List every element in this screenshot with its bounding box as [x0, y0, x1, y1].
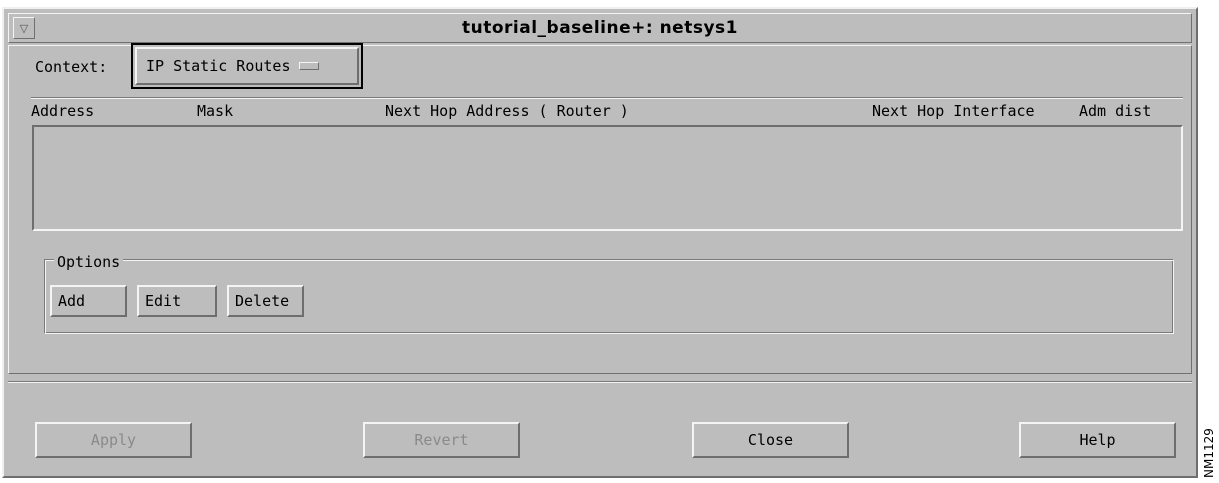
help-button[interactable]: Help — [1019, 422, 1176, 458]
routes-list[interactable] — [32, 125, 1183, 231]
footer-divider — [8, 381, 1192, 383]
add-button[interactable]: Add — [50, 285, 127, 317]
apply-button[interactable]: Apply — [35, 422, 192, 458]
column-header-address: Address — [31, 102, 95, 120]
option-menu-indicator-icon — [298, 62, 319, 70]
figure-code: NM1129 — [1202, 428, 1216, 478]
column-header-mask: Mask — [197, 102, 234, 120]
column-header-next-hop-interface: Next Hop Interface — [872, 102, 1035, 120]
title-bar[interactable]: ▽ tutorial_baseline+: netsys1 — [8, 13, 1192, 43]
column-header-next-hop-address: Next Hop Address ( Router ) — [385, 102, 629, 120]
window-title: tutorial_baseline+: netsys1 — [462, 18, 738, 38]
dialog-window: ▽ tutorial_baseline+: netsys1 Context: I… — [2, 7, 1198, 478]
column-header-adm-dist: Adm dist — [1079, 102, 1152, 120]
header-divider — [31, 97, 1183, 99]
context-selected-value: IP Static Routes — [146, 57, 291, 75]
delete-button[interactable]: Delete — [227, 285, 304, 317]
context-option-menu[interactable]: IP Static Routes — [131, 43, 363, 89]
options-group-label: Options — [54, 253, 124, 271]
revert-button[interactable]: Revert — [363, 422, 520, 458]
close-button[interactable]: Close — [692, 422, 849, 458]
edit-button[interactable]: Edit — [137, 285, 217, 317]
context-label: Context: — [35, 58, 108, 76]
